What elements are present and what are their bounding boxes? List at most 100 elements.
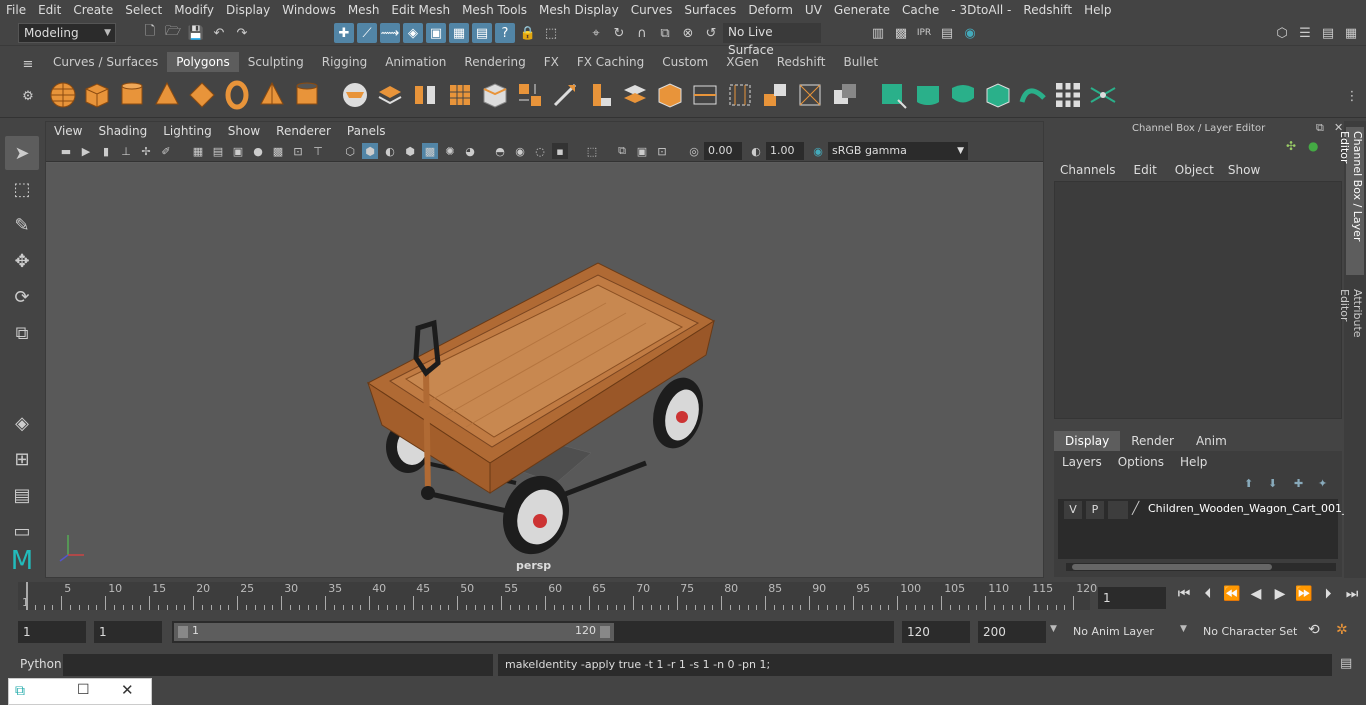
channel-list[interactable] [1054,181,1342,419]
menu-create[interactable]: Create [67,0,119,20]
float-panel-icon[interactable]: ⧉ [1316,121,1324,135]
safe-title-icon[interactable]: ⊤ [310,143,326,159]
xray-joints-icon[interactable]: ⬚ [584,143,600,159]
render-settings-icon[interactable]: ▤ [937,23,957,43]
workspace-dropdown[interactable]: Modeling ▼ [18,23,116,43]
menu-cache[interactable]: Cache [896,0,945,20]
color-management-icon[interactable]: ◉ [810,143,826,159]
motion-blur-icon[interactable]: ◓ [492,143,508,159]
camera-select-icon[interactable]: ▬ [58,143,74,159]
character-set-dropdown[interactable]: No Character Set [1198,621,1298,643]
step-forward-icon[interactable]: ⏵ [1318,586,1338,602]
frame-all-icon[interactable]: ⧉ [614,143,630,159]
visibility-toggle[interactable]: V [1064,501,1082,519]
show-menu[interactable]: Show [1220,163,1268,177]
live-surface-field[interactable]: No Live Surface [723,23,821,57]
time-ruler[interactable]: 1510152025303540455055606570758085909510… [18,582,1097,610]
select-tool-icon[interactable]: ➤ [5,136,39,170]
playback-toggle[interactable]: P [1086,501,1104,519]
extrude-icon[interactable] [585,80,615,110]
menu-mesh-tools[interactable]: Mesh Tools [456,0,533,20]
lasso-icon[interactable]: ↻ [609,23,629,43]
mirror-icon[interactable] [760,80,790,110]
grid-icon[interactable]: ▦ [190,143,206,159]
range-slider[interactable]: 1 120 [172,621,894,643]
tab-channel-box[interactable]: Channel Box / Layer Editor [1338,127,1364,275]
magnet-icon[interactable]: ∩ [632,23,652,43]
extract-icon[interactable] [410,80,440,110]
field-chart-icon[interactable]: ▩ [270,143,286,159]
2d-pan-icon[interactable]: ✢ [138,143,154,159]
script-editor-icon[interactable]: ▤ [1340,656,1352,671]
current-frame-field[interactable]: 1 [1098,587,1166,609]
options-menu[interactable]: Options [1118,455,1180,469]
range-slider-bar-fill[interactable]: 1 120 [174,623,614,641]
color-space-dropdown[interactable]: sRGB gamma ▼ [828,142,968,160]
wireframe-icon[interactable]: ⬡ [342,143,358,159]
outliner-view-icon[interactable]: ▤ [5,478,39,512]
menu-surfaces[interactable]: Surfaces [678,0,742,20]
select-icon[interactable]: ⬚ [541,23,561,43]
play-forward-icon[interactable]: ▶ [1270,586,1290,602]
poly-cone-icon[interactable] [152,80,182,110]
layer-color-icon[interactable]: ╱ [1132,501,1139,515]
paint-select-tool-icon[interactable]: ✎ [5,208,39,242]
script-language-label[interactable]: Python [20,657,62,671]
menu-file[interactable]: File [0,0,32,20]
tab-anim[interactable]: Anim [1185,431,1238,451]
shelf-tab-animation[interactable]: Animation [376,52,455,72]
go-to-end-icon[interactable]: ⏭ [1342,586,1362,602]
menu-3dtoall[interactable]: - 3DtoAll - [945,0,1017,20]
viewport-menu-renderer[interactable]: Renderer [268,122,339,140]
insert-edge-icon[interactable] [690,80,720,110]
grease-pencil-icon[interactable]: ✐ [158,143,174,159]
four-view-icon[interactable]: ⊞ [5,442,39,476]
maximize-icon[interactable]: ☐ [77,682,90,698]
auto-uv-icon[interactable] [983,80,1013,110]
shelf-menu-icon[interactable]: ≡ [18,54,38,74]
symmetry-icon[interactable]: ⧉ [655,23,675,43]
safe-action-icon[interactable]: ⊡ [290,143,306,159]
viewport-menu-panels[interactable]: Panels [339,122,394,140]
depth-of-field-icon[interactable]: ◌ [532,143,548,159]
shelf-tab-curves-surfaces[interactable]: Curves / Surfaces [44,52,167,72]
lasso-tool-icon[interactable]: ⬚ [5,172,39,206]
screen-space-ao-icon[interactable]: ◕ [462,143,478,159]
playback-end-field[interactable]: 120 [902,621,970,643]
resolution-gate-icon[interactable]: ▣ [230,143,246,159]
hypershade-icon[interactable]: ◉ [960,23,980,43]
combine-icon[interactable] [340,80,370,110]
separate-icon[interactable] [375,80,405,110]
uv-editor-icon[interactable] [1053,80,1083,110]
menu-mesh-display[interactable]: Mesh Display [533,0,625,20]
shadows-icon[interactable]: ✺ [442,143,458,159]
step-back-icon[interactable]: ⏴ [1198,586,1218,602]
shelf-tab-rendering[interactable]: Rendering [455,52,534,72]
render-frame-icon[interactable]: ▩ [891,23,911,43]
fill-hole-icon[interactable] [655,80,685,110]
open-scene-icon[interactable]: 🗁 [163,23,183,43]
attribute-editor-icon[interactable]: ☰ [1295,23,1315,43]
scale-tool-icon[interactable]: ⧉ [5,316,39,350]
camera-attr-icon[interactable]: ▶ [78,143,94,159]
poly-pyramid-icon[interactable] [257,80,287,110]
bookmark-icon[interactable]: ▮ [98,143,114,159]
range-start-handle[interactable] [178,626,188,638]
layer-name[interactable]: Children_Wooden_Wagon_Cart_001_ [1148,502,1348,515]
snap-view-icon[interactable]: ▤ [472,23,492,43]
poly-cylinder-icon[interactable] [117,80,147,110]
menu-edit-mesh[interactable]: Edit Mesh [385,0,456,20]
scene-start-field[interactable]: 1 [18,621,86,643]
scene-end-field[interactable]: 200 [978,621,1046,643]
poly-plane-icon[interactable] [187,80,217,110]
close-icon[interactable]: ✕ [121,681,134,699]
current-frame-marker[interactable] [26,582,28,610]
lock-icon[interactable]: 🔒 [518,23,538,43]
maya-app-icon[interactable]: ⧉ [15,683,25,699]
poly-torus-icon[interactable] [222,80,252,110]
new-layer-icon[interactable]: ✚ [1294,477,1303,490]
textured-icon[interactable]: ⬢ [402,143,418,159]
prev-key-icon[interactable]: ⏪ [1222,586,1242,602]
menu-help[interactable]: Help [1078,0,1117,20]
hud-icon[interactable]: ⊡ [654,143,670,159]
